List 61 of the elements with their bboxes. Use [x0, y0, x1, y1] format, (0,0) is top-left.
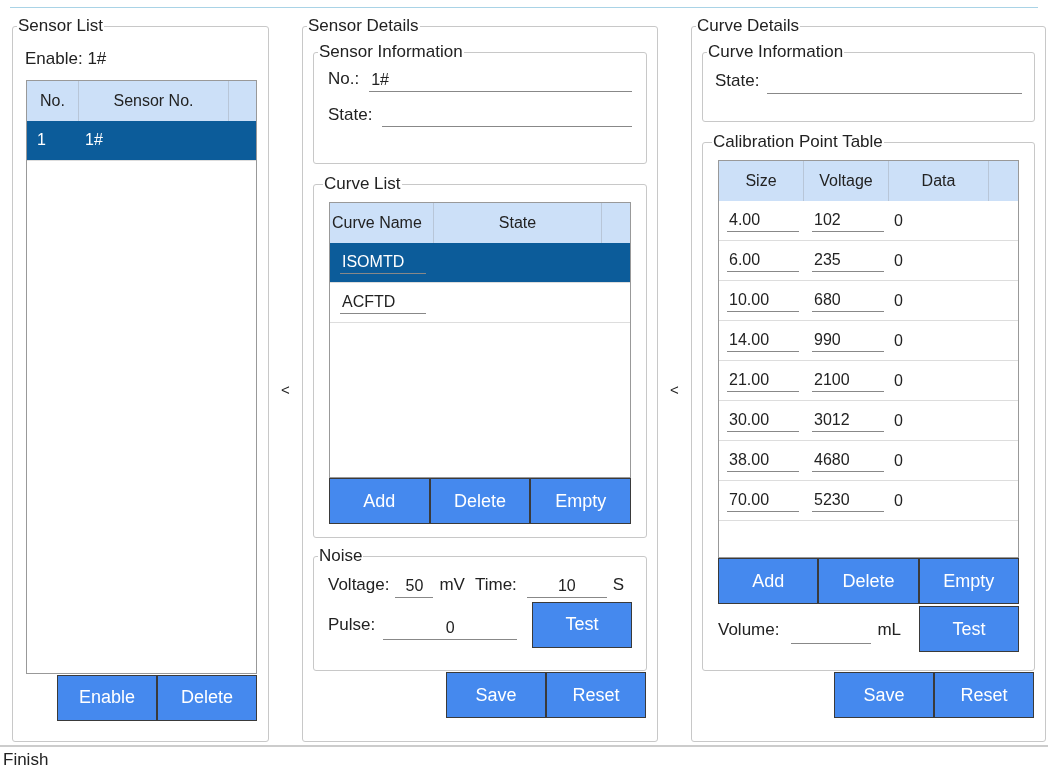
- field-label: Pulse:: [328, 613, 376, 636]
- enable-label: Enable: 1#: [25, 48, 108, 70]
- field-label: Voltage:: [328, 574, 390, 596]
- input-field[interactable]: 10: [526, 574, 607, 598]
- table-cell-text: 0: [894, 410, 903, 431]
- input-field[interactable]: 4.00: [727, 209, 799, 232]
- table-row[interactable]: 1 1#: [27, 120, 256, 161]
- group-title: Sensor List: [17, 16, 105, 36]
- input-field[interactable]: 70.00: [727, 489, 799, 512]
- group-title: Calibration Point Table: [712, 132, 884, 152]
- input-field[interactable]: 235: [812, 249, 884, 272]
- table-row[interactable]: ISOMTD: [330, 243, 630, 283]
- group-title: Sensor Details: [307, 16, 420, 36]
- field-label: Time:: [474, 574, 517, 596]
- input-field[interactable]: 50: [395, 574, 434, 598]
- input-field[interactable]: 10.00: [727, 289, 799, 312]
- collapse-toggle[interactable]: <: [281, 379, 290, 402]
- table-cell-text: 1: [36, 130, 47, 150]
- input-field[interactable]: 1#: [369, 68, 632, 92]
- group-title: Curve List: [323, 174, 402, 194]
- input-field[interactable]: 102: [812, 209, 884, 232]
- column-header[interactable]: Sensor No.: [79, 80, 229, 121]
- input-field[interactable]: 5230: [812, 489, 884, 512]
- table-cell-text: 0: [894, 370, 903, 391]
- table-cell-text: 1#: [84, 130, 103, 150]
- unit-label: mV: [439, 574, 465, 596]
- group-title: Sensor Information: [318, 42, 464, 62]
- field-label: State:: [328, 103, 373, 126]
- input-field[interactable]: 990: [812, 329, 884, 352]
- input-field[interactable]: 0: [383, 617, 518, 640]
- table-cell-text: 0: [894, 330, 903, 351]
- input-field[interactable]: ISOMTD: [340, 251, 426, 274]
- input-field[interactable]: 4680: [812, 449, 884, 472]
- status-text: Finish: [3, 748, 49, 771]
- group-title: Curve Information: [707, 42, 845, 62]
- table-cell-text: 0: [894, 250, 903, 271]
- input-field[interactable]: 30.00: [727, 409, 799, 432]
- field-label: Volume:: [718, 618, 780, 641]
- unit-label: S: [612, 574, 625, 596]
- column-header[interactable]: No.: [27, 80, 79, 121]
- table-cell-text: 0: [894, 450, 903, 471]
- collapse-toggle[interactable]: <: [670, 379, 679, 402]
- column-header[interactable]: Voltage: [804, 161, 889, 201]
- input-field[interactable]: ACFTD: [340, 291, 426, 314]
- input-field[interactable]: 2100: [812, 369, 884, 392]
- field-label: No.:: [328, 68, 360, 90]
- input-field[interactable]: 38.00: [727, 449, 799, 472]
- input-field[interactable]: 3012: [812, 409, 884, 432]
- group-title: Curve Details: [696, 16, 801, 36]
- input-field[interactable]: 14.00: [727, 329, 799, 352]
- field-label: State:: [715, 70, 760, 92]
- table-cell-text: 0: [894, 490, 903, 511]
- table-cell-text: 0: [894, 210, 903, 231]
- group-title: Noise: [318, 546, 364, 566]
- table-cell-text: 0: [894, 290, 903, 311]
- input-field[interactable]: 21.00: [727, 369, 799, 392]
- column-header[interactable]: Size: [719, 161, 804, 201]
- column-header[interactable]: Data: [889, 161, 989, 201]
- unit-label: mL: [877, 618, 902, 641]
- input-field[interactable]: 680: [812, 289, 884, 312]
- input-field[interactable]: 6.00: [727, 249, 799, 272]
